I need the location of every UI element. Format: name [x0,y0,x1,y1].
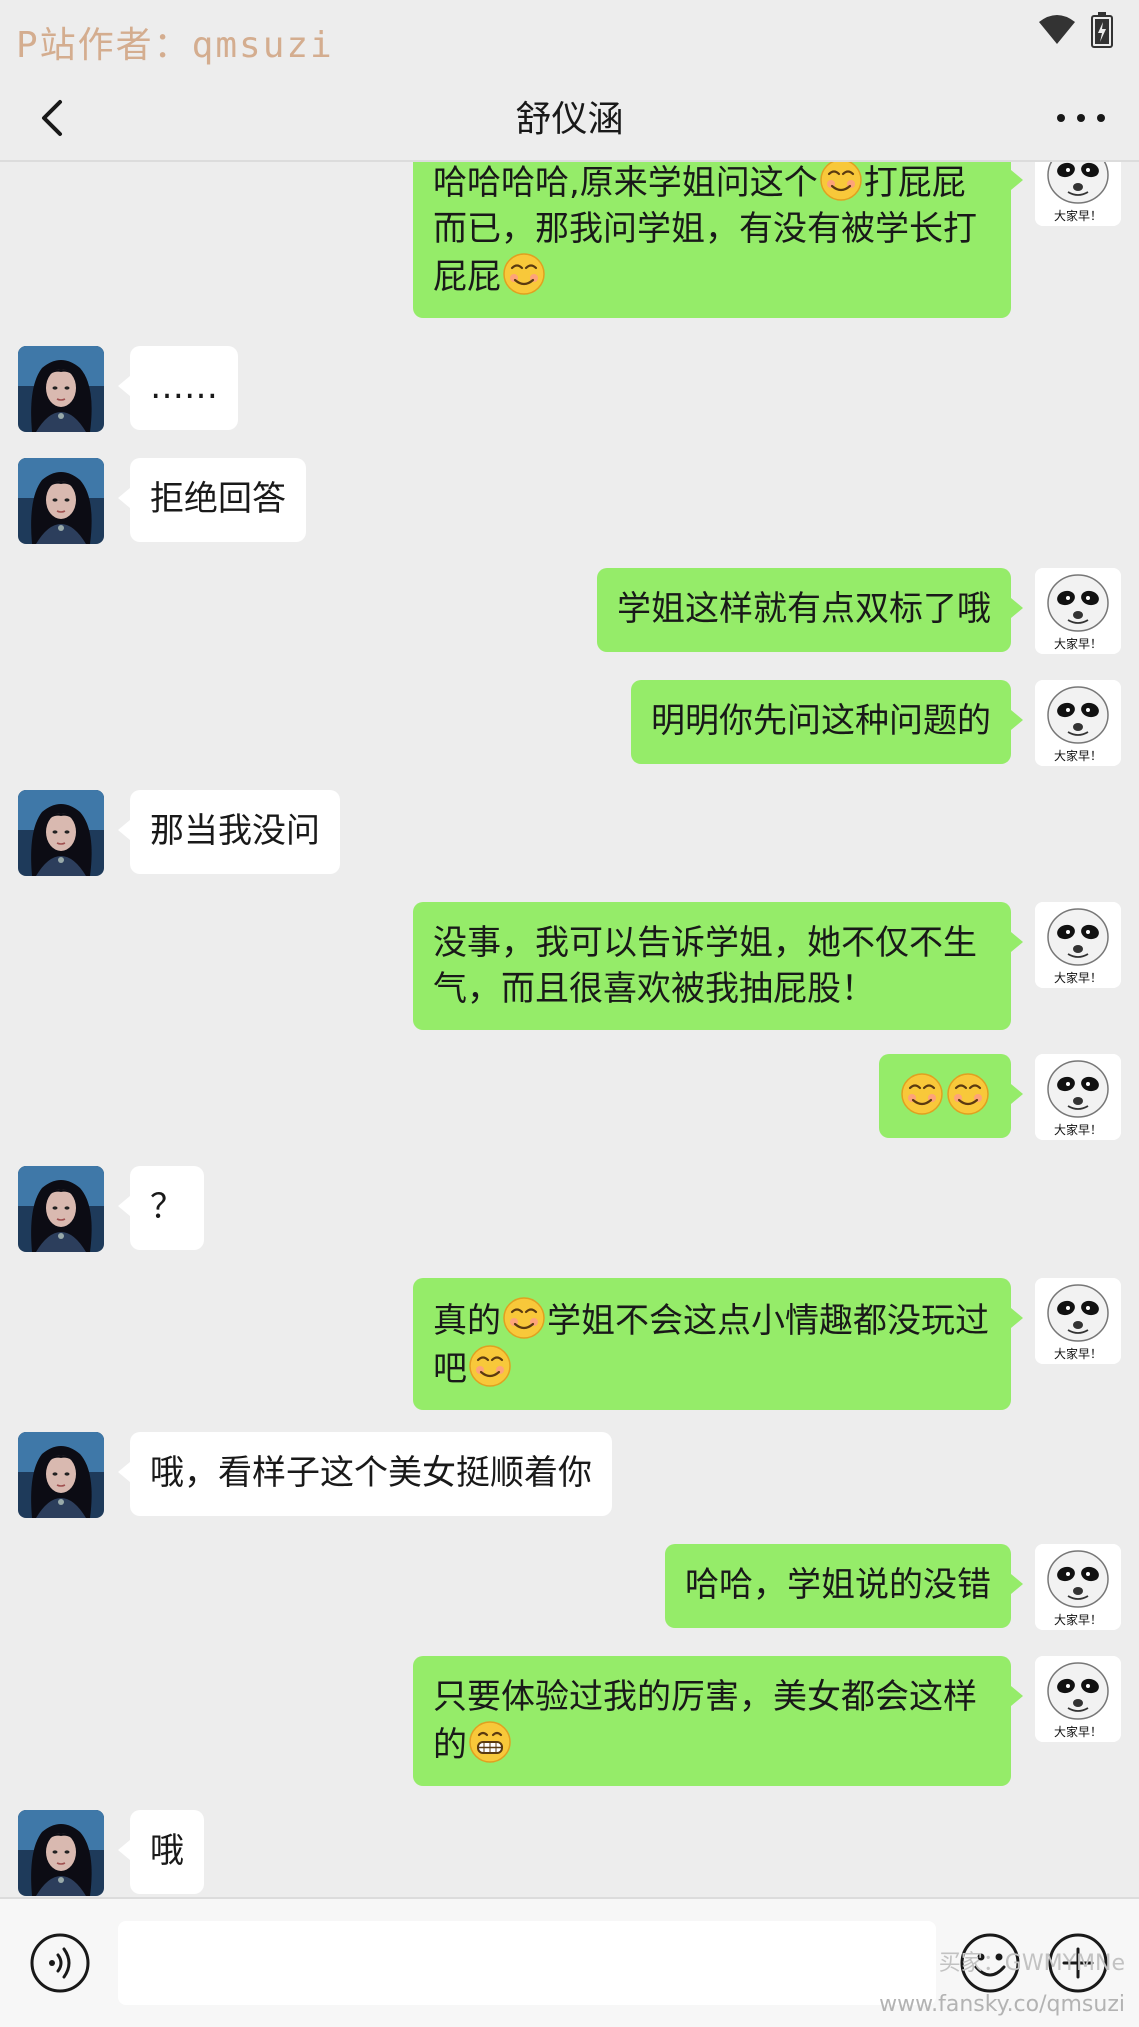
message-text: 哈哈，学姐说的没错 [685,1565,991,1605]
self-avatar[interactable]: 大家早！ [1035,568,1121,654]
avatar-caption: 大家早！ [1053,1347,1102,1361]
self-avatar[interactable]: 大家早！ [1035,1054,1121,1140]
self-avatar[interactable]: 大家早！ [1035,680,1121,766]
message-bubble-other[interactable]: 拒绝回答 [118,458,306,542]
message-bubble-self[interactable]: 真的 学姐不会这点小情趣都没玩过吧 [413,1278,1023,1410]
input-bar: 买家：GWMYMNe www.fansky.co/qmsuzi [0,1897,1139,2027]
message-text: …… [150,367,218,407]
flushed-smile-emoji [468,1344,512,1388]
wifi-icon [1039,15,1075,44]
message-bubble-self[interactable] [879,1054,1023,1138]
message-bubble-self[interactable]: 只要体验过我的厉害，美女都会这样的 [413,1656,1023,1786]
status-icons [1037,12,1113,48]
flushed-smile-emoji [819,162,863,202]
self-avatar[interactable]: 大家早！ [1035,1544,1121,1630]
flushed-smile-emoji [502,1296,546,1340]
message-bubble-other[interactable]: 那当我没问 [118,790,340,874]
contact-avatar[interactable] [18,1810,104,1896]
status-bar: P站作者：qmsuzi [0,0,1139,78]
message-text: 哦，看样子这个美女挺顺着你 [150,1453,592,1493]
message-bubble-other[interactable]: ？ [118,1166,204,1250]
voice-icon [30,1933,90,1993]
message-bubble-other[interactable]: …… [118,346,238,430]
more-dots-icon [1057,114,1105,122]
grin-emoji [468,1720,512,1764]
self-avatar[interactable]: 大家早！ [1035,162,1121,226]
message-text: 拒绝回答 [150,479,286,519]
chat-title: 舒仪涵 [515,99,624,140]
message-text: 真的 [433,1301,501,1341]
voice-button[interactable] [28,1931,92,1995]
self-avatar[interactable]: 大家早！ [1035,1278,1121,1364]
contact-avatar[interactable] [18,346,104,432]
flushed-smile-emoji [946,1072,990,1116]
more-button[interactable] [1049,88,1113,148]
flushed-smile-emoji [900,1072,944,1116]
message-bubble-self[interactable]: 哈哈哈哈,原来学姐问这个 打屁屁而已，那我问学姐，有没有被学长打屁屁 [413,162,1023,318]
message-text: 明明你先问这种问题的 [651,701,991,741]
message-text: 只要体验过我的厉害，美女都会这样的 [433,1677,977,1765]
avatar-caption: 大家早！ [1053,1725,1102,1739]
contact-avatar[interactable] [18,790,104,876]
self-avatar[interactable]: 大家早！ [1035,902,1121,988]
message-text: 学姐这样就有点双标了哦 [617,589,991,629]
avatar-caption: 大家早！ [1053,971,1102,985]
avatar-caption: 大家早！ [1053,637,1102,651]
chat-header: 舒仪涵 [0,78,1139,162]
watermark-url: www.fansky.co/qmsuzi [879,1992,1125,2017]
self-avatar[interactable]: 大家早！ [1035,1656,1121,1742]
message-text: 哈哈哈哈,原来学姐问这个 [433,163,818,203]
avatar-caption: 大家早！ [1053,749,1102,763]
watermark-buyer: 买家：GWMYMNe [938,1951,1125,1976]
message-bubble-self[interactable]: 没事，我可以告诉学姐，她不仅不生气，而且很喜欢被我抽屁股！ [413,902,1023,1030]
contact-avatar[interactable] [18,1432,104,1518]
message-bubble-self[interactable]: 哈哈，学姐说的没错 [665,1544,1023,1628]
avatar-caption: 大家早！ [1053,1123,1102,1137]
message-bubble-self[interactable]: 明明你先问这种问题的 [631,680,1023,764]
message-text: 那当我没问 [150,811,320,851]
avatar-caption: 大家早！ [1053,1613,1102,1627]
contact-avatar[interactable] [18,1166,104,1252]
message-list[interactable]: 哈哈哈哈,原来学姐问这个 打屁屁而已，那我问学姐，有没有被学长打屁屁 大家早！ …… [0,162,1139,1897]
message-input[interactable] [118,1921,936,2005]
message-text: 哦 [150,1831,184,1871]
flushed-smile-emoji [502,252,546,296]
watermark-text: P站作者：qmsuzi [16,25,334,66]
message-bubble-self[interactable]: 学姐这样就有点双标了哦 [597,568,1023,652]
message-bubble-other[interactable]: 哦，看样子这个美女挺顺着你 [118,1432,612,1516]
contact-avatar[interactable] [18,458,104,544]
avatar-caption: 大家早！ [1053,209,1102,223]
message-bubble-other[interactable]: 哦 [118,1810,204,1894]
message-text: 没事，我可以告诉学姐，她不仅不生气，而且很喜欢被我抽屁股！ [433,923,977,1009]
message-text: ？ [150,1187,184,1227]
battery-icon [1091,12,1113,48]
